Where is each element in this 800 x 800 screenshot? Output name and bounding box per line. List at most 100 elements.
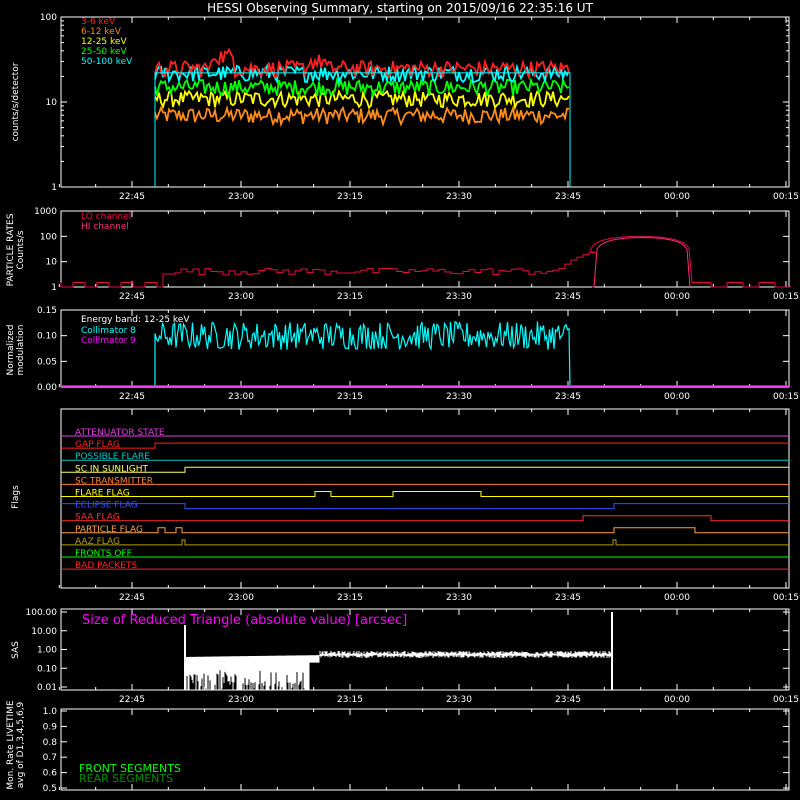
y-tick-label: 0.7 [43,753,57,763]
time-tick-label: 23:45 [555,593,581,603]
time-tick-label: 23:30 [446,292,472,302]
series-line-12-25-keV [154,88,570,111]
y-tick-label: 1.0 [43,707,58,717]
time-tick-label: 00:15 [773,593,799,603]
y-tick-label: 0.9 [43,722,58,732]
flag-label: SC IN SUNLIGHT [75,464,149,474]
flag-label: FRONTS OFF [75,549,132,559]
time-tick-label: 00:15 [773,695,799,705]
time-tick-label: 23:00 [228,695,254,705]
time-tick-label: 00:15 [773,192,799,202]
time-tick-label: 23:45 [555,392,581,402]
y-axis-label: avg of D1,3,4,5,6,9 [16,701,26,788]
time-tick-label: 23:15 [337,292,363,302]
flag-label: ATTENUATOR STATE [75,428,165,438]
legend-entry: 50-100 keV [81,57,133,67]
legend-entry: LO channel [81,212,131,222]
y-tick-label: 0.5 [43,784,57,794]
time-tick-label: 00:15 [773,292,799,302]
y-axis-label: SAS [11,641,21,659]
series-line-collimator-8 [154,320,571,388]
time-tick-label: 00:00 [664,695,690,705]
figure-canvas: HESSI Observing Summary, starting on 201… [6,1,799,794]
y-tick-label: 1 [51,183,57,193]
time-tick-label: 00:00 [664,292,690,302]
series-line-hi-channel [592,237,691,288]
y-axis-label: counts/s/detector [11,62,21,141]
y-tick-label: 0.00 [37,383,57,393]
flag-label: AAZ FLAG [75,537,120,547]
y-tick-label: 0.01 [37,683,57,693]
flag-label: FLARE FLAG [75,489,130,499]
time-tick-label: 23:30 [446,695,472,705]
flag-label: ECLIPSE FLAG [75,501,138,511]
legend-entry: 6-12 keV [81,27,122,37]
flag-line [61,466,789,473]
series-line-6-12-keV [154,104,570,128]
panel-frame-1 [60,210,790,288]
time-tick-label: 22:45 [119,593,145,603]
y-tick-label: 0.6 [43,769,58,779]
flag-label: BAD PACKETS [75,561,137,571]
time-tick-label: 23:00 [228,392,254,402]
y-tick-label: 0.8 [43,738,58,748]
flag-line [61,515,789,522]
legend-entry: 3-6 keV [81,17,116,27]
time-tick-label: 00:00 [664,392,690,402]
y-tick-label: 100 [40,13,57,23]
time-tick-label: 23:30 [446,192,472,202]
time-tick-label: 00:15 [773,392,799,402]
time-tick-label: 23:30 [446,593,472,603]
y-tick-label: 0.05 [37,357,57,367]
figure-title: HESSI Observing Summary, starting on 201… [207,1,593,15]
legend-entry: Collimator 8 [81,326,136,336]
y-axis-label: modulation [16,325,26,376]
time-tick-label: 23:45 [555,192,581,202]
time-tick-label: 22:45 [119,292,145,302]
legend-entry: REAR SEGMENTS [79,772,173,785]
y-tick-label: 1.00 [37,646,57,656]
legend-entry: 25-50 keV [81,47,127,57]
flag-label: SAA FLAG [75,513,120,523]
flag-label: POSSIBLE FLARE [75,452,150,462]
time-tick-label: 23:00 [228,192,254,202]
panel-frame-0 [60,16,790,188]
legend-title: Energy band: 12-25 keV [81,315,190,325]
time-tick-label: 23:00 [228,292,254,302]
y-tick-label: 0.10 [37,664,57,674]
series-edges [154,72,571,187]
time-tick-label: 22:45 [119,392,145,402]
time-tick-label: 23:15 [337,593,363,603]
y-tick-label: 0.10 [37,332,57,342]
y-axis-label: PARTICLE RATES [6,213,16,286]
sas-annotation: Size of Reduced Triangle (absolute value… [82,613,407,628]
time-tick-label: 23:15 [337,695,363,705]
y-axis-label: Mon. Rate LIVETIME [6,700,16,790]
time-tick-label: 22:45 [119,192,145,202]
time-tick-label: 23:45 [555,292,581,302]
flag-line [61,442,789,449]
flag-line [61,539,789,546]
y-tick-label: 100 [40,232,57,242]
legend-entry: Collimator 9 [81,336,136,346]
y-axis-label: Flags [11,485,21,509]
flag-label: GAP FLAG [75,440,120,450]
flag-line [61,527,789,534]
flag-label: PARTICLE FLAG [75,525,143,535]
flag-line [61,503,789,510]
time-tick-label: 22:45 [119,695,145,705]
time-tick-label: 23:00 [228,593,254,603]
time-tick-label: 23:15 [337,392,363,402]
y-tick-label: 0.15 [37,306,57,316]
time-tick-label: 23:30 [446,392,472,402]
hessi-summary-figure: HESSI Observing Summary, starting on 201… [0,0,800,800]
flag-label: SC TRANSMITTER [75,476,153,486]
y-axis-label: Normalized [6,324,16,375]
legend-entry: 12-25 keV [81,37,127,47]
y-axis-label: Counts/s [16,230,26,269]
y-tick-label: 10 [46,98,58,108]
time-tick-label: 00:00 [664,192,690,202]
time-tick-label: 23:45 [555,695,581,705]
y-tick-label: 10 [46,258,58,268]
y-tick-label: 1000 [34,207,57,217]
